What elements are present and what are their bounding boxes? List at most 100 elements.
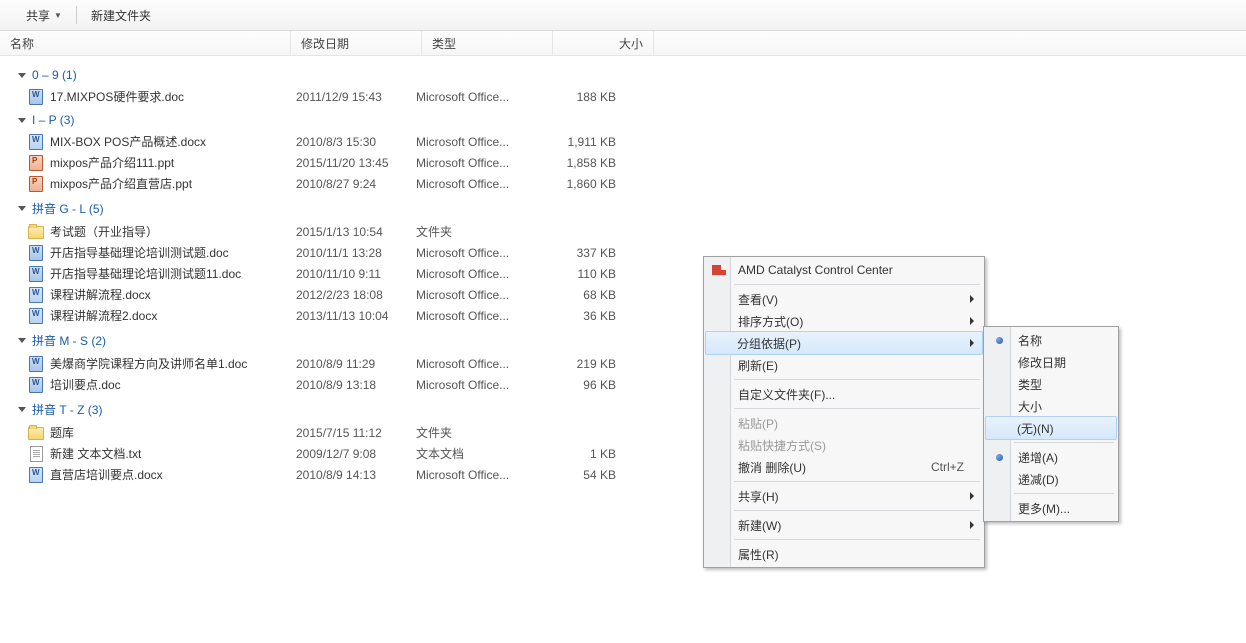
- amd-icon: [711, 262, 727, 278]
- file-type: 文件夹: [416, 424, 536, 441]
- submenu-arrow-icon: [970, 492, 974, 500]
- group-label: 0 – 9 (1): [32, 68, 77, 82]
- ctx-separator: [734, 284, 980, 285]
- ctx-share-with[interactable]: 共享(H): [706, 485, 982, 507]
- group-header[interactable]: 0 – 9 (1): [0, 62, 1246, 86]
- ctx-group-date[interactable]: 修改日期: [986, 351, 1116, 373]
- file-type: 文件夹: [416, 223, 536, 240]
- column-header-date[interactable]: 修改日期: [291, 31, 422, 55]
- ctx-group-type[interactable]: 类型: [986, 373, 1116, 395]
- ctx-group-size[interactable]: 大小: [986, 395, 1116, 417]
- column-header-type[interactable]: 类型: [422, 31, 553, 55]
- radio-selected-icon: [991, 332, 1007, 348]
- doc-icon: [28, 266, 44, 282]
- toolbar-separator: [76, 6, 77, 24]
- folder-icon: [28, 425, 44, 441]
- file-date: 2010/8/27 9:24: [296, 177, 416, 191]
- submenu-arrow-icon: [970, 317, 974, 325]
- file-name: 开店指导基础理论培训测试题11.doc: [50, 265, 296, 282]
- file-type: Microsoft Office...: [416, 246, 536, 260]
- file-name: mixpos产品介绍111.ppt: [50, 154, 296, 171]
- group-header[interactable]: 拼音 G - L (5): [0, 194, 1246, 221]
- file-name: 考试题（开业指导）: [50, 223, 296, 240]
- file-row[interactable]: mixpos产品介绍111.ppt2015/11/20 13:45Microso…: [0, 152, 1246, 173]
- ppt-icon: [28, 176, 44, 192]
- file-size: 337 KB: [536, 246, 626, 260]
- file-size: 1 KB: [536, 447, 626, 461]
- column-header-size[interactable]: 大小: [553, 31, 654, 55]
- file-row[interactable]: MIX-BOX POS产品概述.docx2010/8/3 15:30Micros…: [0, 131, 1246, 152]
- file-date: 2010/8/3 15:30: [296, 135, 416, 149]
- file-name: 新建 文本文档.txt: [50, 445, 296, 462]
- ctx-group-more[interactable]: 更多(M)...: [986, 497, 1116, 519]
- ctx-group-descending[interactable]: 递减(D): [986, 468, 1116, 490]
- file-name: 课程讲解流程2.docx: [50, 307, 296, 324]
- file-date: 2015/7/15 11:12: [296, 426, 416, 440]
- chevron-down-icon: [18, 118, 26, 123]
- file-size: 68 KB: [536, 288, 626, 302]
- file-name: 课程讲解流程.docx: [50, 286, 296, 303]
- file-row[interactable]: 课程讲解流程.docx2012/2/23 18:08Microsoft Offi…: [0, 284, 1246, 305]
- file-row[interactable]: 17.MIXPOS硬件要求.doc2011/12/9 15:43Microsof…: [0, 86, 1246, 107]
- toolbar-share[interactable]: 共享 ▼: [16, 0, 72, 30]
- file-type: Microsoft Office...: [416, 378, 536, 392]
- file-row[interactable]: 课程讲解流程2.docx2013/11/13 10:04Microsoft Of…: [0, 305, 1246, 326]
- docx-icon: [28, 467, 44, 483]
- folder-icon: [28, 224, 44, 240]
- file-row[interactable]: mixpos产品介绍直营店.ppt2010/8/27 9:24Microsoft…: [0, 173, 1246, 194]
- file-name: 开店指导基础理论培训测试题.doc: [50, 244, 296, 261]
- file-type: Microsoft Office...: [416, 177, 536, 191]
- file-row[interactable]: 考试题（开业指导）2015/1/13 10:54文件夹: [0, 221, 1246, 242]
- ctx-group-ascending[interactable]: 递增(A): [986, 446, 1116, 468]
- context-menu-main: AMD Catalyst Control Center 查看(V) 排序方式(O…: [703, 256, 985, 568]
- toolbar-new-folder[interactable]: 新建文件夹: [81, 0, 161, 30]
- ctx-properties[interactable]: 属性(R): [706, 543, 982, 565]
- chevron-down-icon: ▼: [54, 11, 62, 20]
- ctx-new[interactable]: 新建(W): [706, 514, 982, 536]
- file-date: 2010/11/10 9:11: [296, 267, 416, 281]
- file-size: 36 KB: [536, 309, 626, 323]
- file-name: mixpos产品介绍直营店.ppt: [50, 175, 296, 192]
- ctx-group-name[interactable]: 名称: [986, 329, 1116, 351]
- ctx-customize-folder[interactable]: 自定义文件夹(F)...: [706, 383, 982, 405]
- group-header[interactable]: I – P (3): [0, 107, 1246, 131]
- chevron-down-icon: [18, 338, 26, 343]
- chevron-down-icon: [18, 206, 26, 211]
- ctx-separator: [734, 481, 980, 482]
- ctx-separator: [734, 539, 980, 540]
- column-header-name[interactable]: 名称: [0, 31, 291, 55]
- ctx-amd-catalyst[interactable]: AMD Catalyst Control Center: [706, 259, 982, 281]
- file-date: 2010/11/1 13:28: [296, 246, 416, 260]
- ctx-view[interactable]: 查看(V): [706, 288, 982, 310]
- file-date: 2010/8/9 13:18: [296, 378, 416, 392]
- group-label: 拼音 G - L (5): [32, 200, 104, 217]
- ctx-separator: [1014, 442, 1114, 443]
- ctx-sort-by[interactable]: 排序方式(O): [706, 310, 982, 332]
- ctx-separator: [734, 408, 980, 409]
- ctx-group-by[interactable]: 分组依据(P): [705, 331, 983, 355]
- file-name: 题库: [50, 424, 296, 441]
- ctx-refresh[interactable]: 刷新(E): [706, 354, 982, 376]
- ctx-group-none[interactable]: (无)(N): [985, 416, 1117, 440]
- submenu-arrow-icon: [970, 521, 974, 529]
- file-date: 2015/11/20 13:45: [296, 156, 416, 170]
- ctx-paste-shortcut: 粘贴快捷方式(S): [706, 434, 982, 456]
- file-name: 美爆商学院课程方向及讲师名单1.doc: [50, 355, 296, 372]
- toolbar-share-label: 共享: [26, 7, 50, 24]
- doc-icon: [28, 356, 44, 372]
- ctx-separator: [734, 510, 980, 511]
- file-name: 培训要点.doc: [50, 376, 296, 393]
- file-date: 2013/11/13 10:04: [296, 309, 416, 323]
- file-size: 1,858 KB: [536, 156, 626, 170]
- file-row[interactable]: 开店指导基础理论培训测试题11.doc2010/11/10 9:11Micros…: [0, 263, 1246, 284]
- file-size: 188 KB: [536, 90, 626, 104]
- file-row[interactable]: 开店指导基础理论培训测试题.doc2010/11/1 13:28Microsof…: [0, 242, 1246, 263]
- column-headers: 名称 修改日期 类型 大小: [0, 31, 1246, 56]
- file-date: 2015/1/13 10:54: [296, 225, 416, 239]
- submenu-arrow-icon: [970, 295, 974, 303]
- ctx-undo-delete[interactable]: 撤消 删除(U)Ctrl+Z: [706, 456, 982, 478]
- ctx-separator: [1014, 493, 1114, 494]
- file-size: 1,860 KB: [536, 177, 626, 191]
- chevron-down-icon: [18, 73, 26, 78]
- file-date: 2012/2/23 18:08: [296, 288, 416, 302]
